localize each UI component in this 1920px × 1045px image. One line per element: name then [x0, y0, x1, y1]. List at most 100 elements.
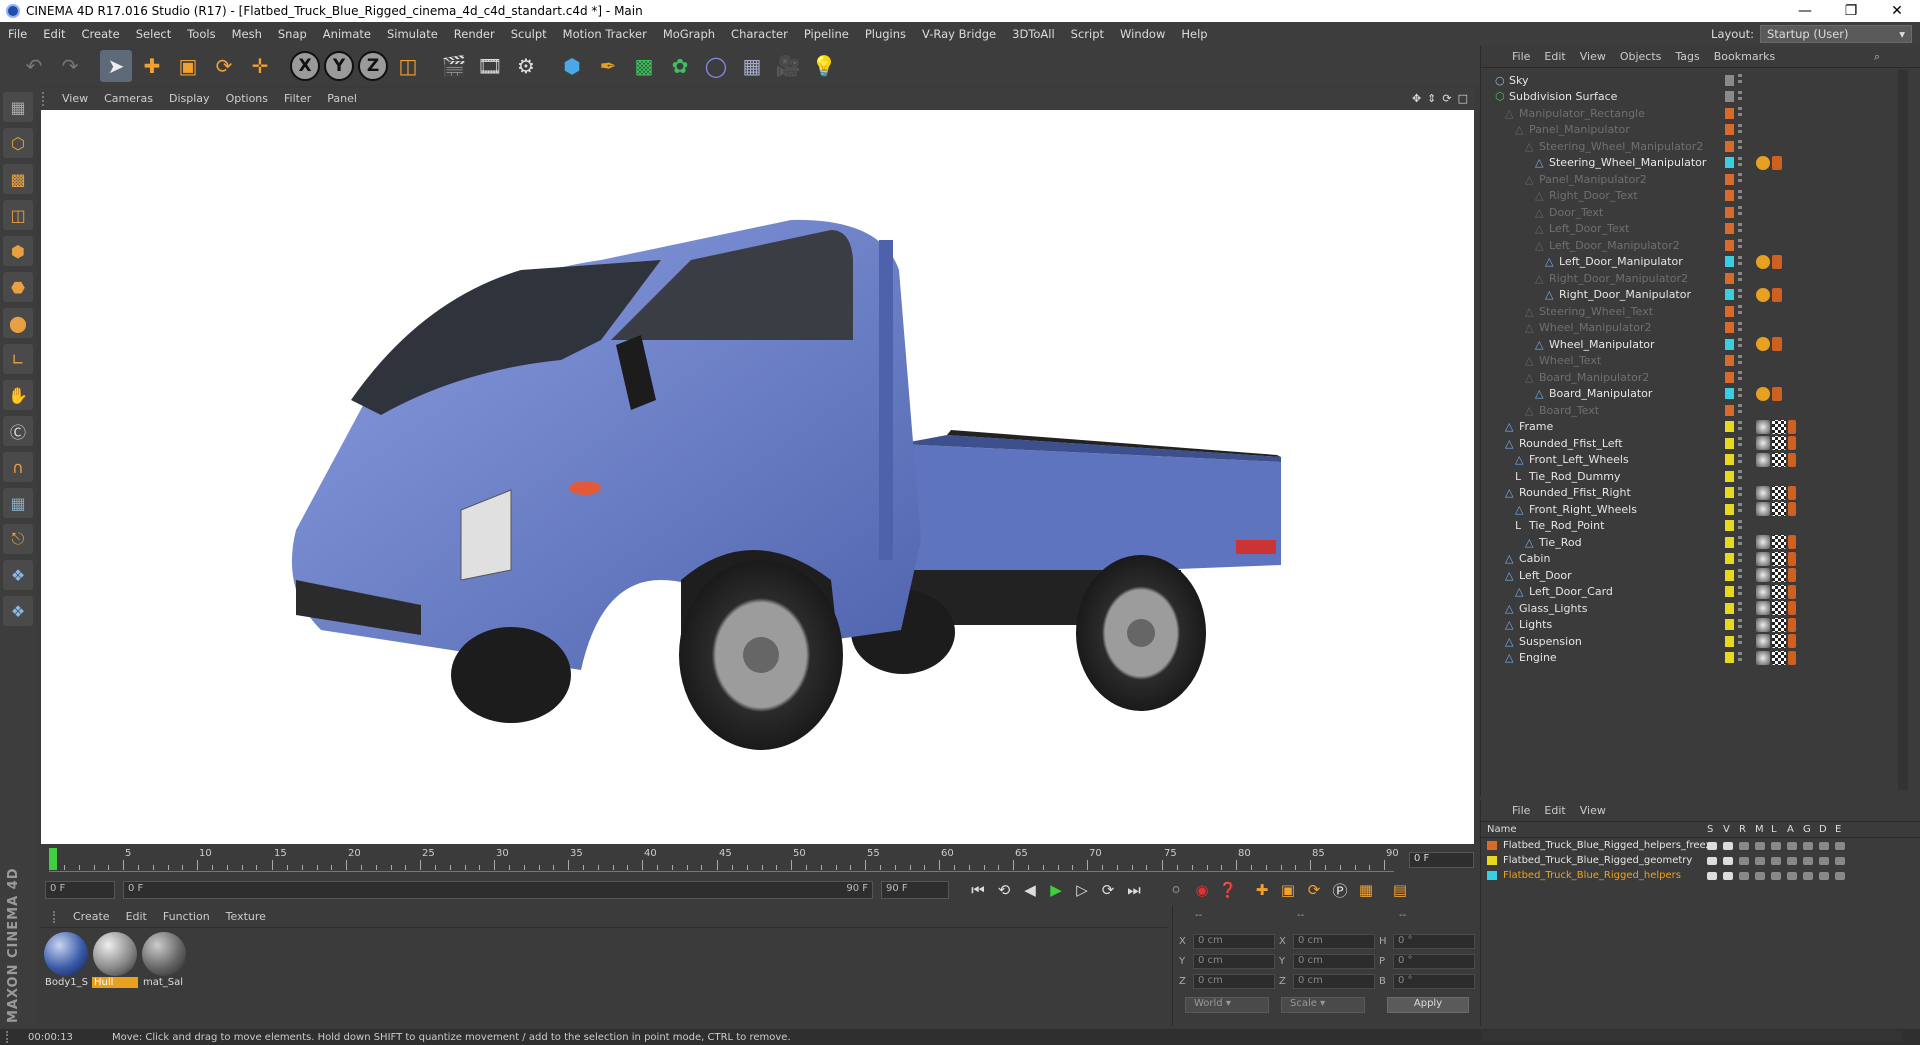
layer-toggle-icon[interactable]	[1739, 871, 1749, 880]
material-menu-texture[interactable]: Texture	[218, 910, 274, 923]
key-pla-icon[interactable]: ▦	[1353, 878, 1379, 902]
model-mode-icon[interactable]: ⬡	[3, 128, 33, 158]
frame-ruler[interactable]: 051015202530354045505560657075808590	[49, 846, 1399, 872]
menu-edit[interactable]: Edit	[35, 27, 73, 41]
material-tag-icon[interactable]	[1772, 568, 1786, 582]
restore-button[interactable]: ❐	[1828, 3, 1874, 19]
visibility-dots-icon[interactable]	[1738, 420, 1742, 433]
uvw-tag-icon[interactable]	[1788, 419, 1796, 434]
protection-tag-icon[interactable]	[1772, 337, 1782, 351]
uvw-tag-icon[interactable]	[1788, 535, 1796, 549]
object-row[interactable]: △ Engine	[1481, 648, 1901, 668]
timeline-window-icon[interactable]: ▤	[1387, 878, 1413, 902]
cube-primitive-button[interactable]: ⬢	[556, 50, 588, 82]
go-to-end-icon[interactable]: ⏭	[1121, 878, 1147, 902]
phong-tag-icon[interactable]	[1756, 502, 1770, 516]
rotation-field[interactable]: 0 °	[1393, 954, 1475, 969]
visibility-dots-icon[interactable]	[1738, 321, 1742, 334]
layer-toggle-icon[interactable]	[1723, 871, 1733, 880]
uvw-tag-icon[interactable]	[1788, 601, 1796, 615]
menu-tools[interactable]: Tools	[179, 27, 223, 41]
dolly-icon[interactable]: ⇕	[1427, 92, 1436, 105]
snap-icon[interactable]: Ⓒ	[3, 416, 33, 446]
frame-range-slider[interactable]: 0 F 90 F	[123, 881, 873, 899]
layer-row[interactable]: Flatbed_Truck_Blue_Rigged_helpers	[1481, 868, 1920, 883]
ik-tag-icon[interactable]	[1756, 155, 1770, 170]
layer-toggle-icon[interactable]	[1739, 856, 1749, 865]
visibility-dots-icon[interactable]	[1738, 536, 1742, 548]
layer-toggle-icon[interactable]	[1835, 856, 1845, 865]
visibility-dots-icon[interactable]	[1738, 74, 1742, 86]
phong-tag-icon[interactable]	[1756, 551, 1770, 566]
menu-simulate[interactable]: Simulate	[379, 27, 446, 41]
menu-3dtoall[interactable]: 3DToAll	[1004, 27, 1063, 41]
layout-dropdown[interactable]: Startup (User) ▾	[1760, 25, 1912, 43]
object-menu-edit[interactable]: Edit	[1537, 50, 1572, 63]
visibility-dots-icon[interactable]	[1738, 552, 1742, 565]
edges-mode-icon[interactable]: ⬣	[3, 272, 33, 302]
minimize-button[interactable]: —	[1782, 3, 1828, 19]
protection-tag-icon[interactable]	[1772, 287, 1782, 302]
layer-toggle-icon[interactable]	[1707, 856, 1717, 865]
menu-v-ray-bridge[interactable]: V-Ray Bridge	[914, 27, 1004, 41]
texture-mode-icon[interactable]: ▩	[3, 164, 33, 194]
object-search-icon[interactable]: ⌕	[1874, 50, 1920, 64]
layer-toggle-icon[interactable]	[1835, 841, 1845, 850]
menu-render[interactable]: Render	[446, 27, 503, 41]
apply-button[interactable]: Apply	[1387, 997, 1469, 1013]
layer-toggle-icon[interactable]	[1787, 856, 1797, 865]
live-selection-button[interactable]: ✛	[244, 50, 276, 82]
visibility-dots-icon[interactable]	[1738, 189, 1742, 202]
material-tag-icon[interactable]	[1772, 551, 1786, 566]
orbit-icon[interactable]: ⟳	[1442, 92, 1451, 105]
sculpt-icon[interactable]: ⎋	[3, 524, 33, 554]
phong-tag-icon[interactable]	[1756, 419, 1770, 434]
menu-snap[interactable]: Snap	[270, 27, 315, 41]
menu-mesh[interactable]: Mesh	[224, 27, 270, 41]
visibility-dots-icon[interactable]	[1738, 585, 1742, 598]
material-tag-icon[interactable]	[1772, 485, 1786, 500]
layer-menu-edit[interactable]: Edit	[1537, 804, 1572, 817]
scale-tool-button[interactable]: ▣	[172, 50, 204, 82]
uvw-tag-icon[interactable]	[1788, 650, 1796, 665]
layer-toggle-icon[interactable]	[1723, 841, 1733, 850]
visibility-dots-icon[interactable]	[1738, 354, 1742, 367]
uvw-tag-icon[interactable]	[1788, 452, 1796, 467]
visibility-dots-icon[interactable]	[1738, 569, 1742, 581]
layer-toggle-icon[interactable]	[1787, 871, 1797, 880]
select-tool-button[interactable]: ➤	[100, 50, 132, 82]
material-tag-icon[interactable]	[1772, 452, 1786, 467]
protection-tag-icon[interactable]	[1772, 254, 1782, 269]
uvw-tag-icon[interactable]	[1788, 634, 1796, 648]
x-axis-lock-button[interactable]: X	[290, 51, 320, 81]
make-editable-icon[interactable]: ▦	[3, 92, 33, 122]
object-menu-tags[interactable]: Tags	[1668, 50, 1706, 63]
playhead[interactable]	[49, 848, 57, 870]
previous-key-icon[interactable]: ⟲	[991, 878, 1017, 902]
object-menu-objects[interactable]: Objects	[1613, 50, 1669, 63]
deformer-button[interactable]: ◯	[700, 50, 732, 82]
uvw-tag-icon[interactable]	[1788, 551, 1796, 566]
material-menu-create[interactable]: Create	[65, 910, 118, 923]
visibility-dots-icon[interactable]	[1738, 123, 1742, 136]
material-tag-icon[interactable]	[1772, 601, 1786, 615]
timeline-ruler[interactable]: 051015202530354045505560657075808590 0 F	[41, 846, 1474, 876]
scale-dropdown[interactable]: Scale ▾	[1281, 997, 1365, 1013]
material-menu-function[interactable]: Function	[155, 910, 218, 923]
material-tag-icon[interactable]	[1772, 634, 1786, 648]
menu-character[interactable]: Character	[723, 27, 796, 41]
protection-tag-icon[interactable]	[1772, 155, 1782, 170]
visibility-dots-icon[interactable]	[1738, 305, 1742, 317]
visibility-dots-icon[interactable]	[1738, 156, 1742, 169]
layer-toggle-icon[interactable]	[1803, 856, 1813, 865]
phong-tag-icon[interactable]	[1756, 650, 1770, 665]
visibility-dots-icon[interactable]	[1738, 635, 1742, 647]
object-menu-file[interactable]: File	[1505, 50, 1537, 63]
menu-motion-tracker[interactable]: Motion Tracker	[555, 27, 655, 41]
close-button[interactable]: ✕	[1874, 3, 1920, 19]
position-field[interactable]: 0 cm	[1193, 934, 1275, 949]
visibility-dots-icon[interactable]	[1738, 288, 1742, 301]
start-frame-field[interactable]: 0 F	[45, 881, 115, 899]
viewport-menu-panel[interactable]: Panel	[319, 92, 365, 105]
visibility-dots-icon[interactable]	[1738, 107, 1742, 119]
